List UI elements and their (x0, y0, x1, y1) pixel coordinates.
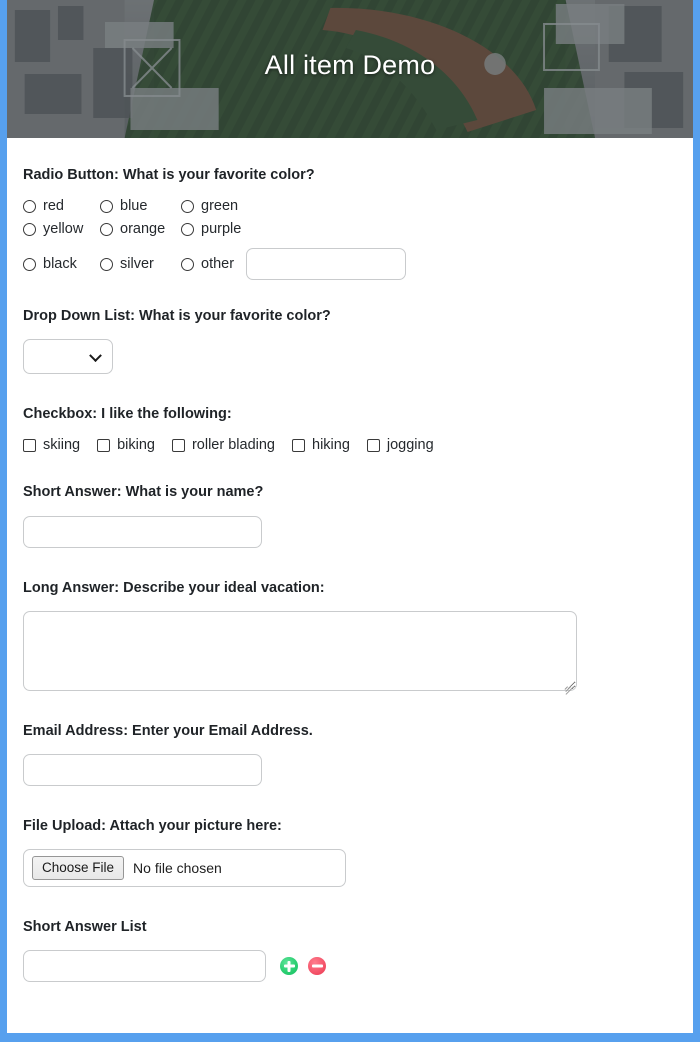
remove-item-icon[interactable] (308, 957, 326, 975)
radio-option-other[interactable]: other (181, 256, 234, 272)
radio-circle-icon[interactable] (100, 199, 113, 213)
long-answer-label: Long Answer: Describe your ideal vacatio… (23, 579, 325, 596)
checkbox-option-roller-blading[interactable]: roller blading (171, 437, 275, 454)
radio-circle-icon[interactable] (23, 199, 36, 213)
radio-option-black[interactable]: black (23, 256, 100, 272)
dropdown-section: Drop Down List: What is your favorite co… (23, 307, 671, 375)
radio-option-green[interactable]: green (181, 198, 238, 214)
radio-row: black silver other (23, 248, 671, 281)
checkbox-option-hiking[interactable]: hiking (292, 437, 350, 453)
radio-option-label: purple (201, 221, 242, 238)
dropdown-section-label: Drop Down List: What is your favorite co… (23, 308, 331, 325)
long-answer-section: Long Answer: Describe your ideal vacatio… (23, 579, 671, 695)
checkbox-square-icon[interactable] (366, 438, 380, 452)
vacation-textarea[interactable] (23, 610, 577, 691)
radio-option-label: red (43, 198, 64, 215)
checkbox-square-icon[interactable] (171, 438, 185, 452)
radio-option-silver[interactable]: silver (100, 256, 181, 272)
checkbox-option-biking[interactable]: biking (97, 437, 155, 453)
checkbox-square-icon[interactable] (97, 438, 111, 452)
form-page: All item Demo Radio Button: What is your… (0, 0, 700, 1042)
radio-option-label: other (201, 256, 235, 273)
vacation-textarea-wrapper (23, 610, 577, 695)
checkbox-option-label: jogging (386, 437, 434, 454)
radio-section-label: Radio Button: What is your favorite colo… (23, 167, 315, 183)
checkbox-option-label: hiking (312, 437, 350, 454)
short-answer-section: Short Answer: What is your name? (23, 483, 671, 548)
radio-option-purple[interactable]: purple (181, 221, 241, 237)
checkbox-options: skiing biking roller blading hiking jogg… (23, 437, 671, 453)
choose-file-button[interactable]: Choose File (32, 856, 125, 880)
checkbox-option-label: roller blading (191, 437, 275, 454)
favorite-color-select[interactable] (23, 339, 113, 375)
checkbox-option-label: biking (117, 437, 155, 454)
radio-option-label: green (201, 198, 239, 215)
radio-option-label: silver (120, 256, 154, 273)
radio-option-label: orange (120, 221, 166, 238)
file-upload-section: File Upload: Attach your picture here: C… (23, 817, 671, 887)
radio-option-label: yellow (43, 221, 84, 238)
checkbox-option-skiing[interactable]: skiing (23, 437, 80, 453)
radio-option-label: black (43, 256, 77, 273)
file-upload-control[interactable]: Choose File No file chosen (23, 848, 346, 887)
radio-option-label: blue (120, 198, 148, 215)
add-item-icon[interactable] (280, 957, 298, 975)
radio-row: red blue green (23, 198, 671, 214)
radio-row: yellow orange purple (23, 221, 671, 237)
radio-option-blue[interactable]: blue (100, 198, 181, 214)
page-title: All item Demo (264, 50, 436, 80)
checkbox-square-icon[interactable] (292, 438, 305, 452)
radio-circle-icon[interactable] (23, 222, 36, 236)
radio-section: Radio Button: What is your favorite colo… (23, 166, 671, 281)
radio-circle-icon[interactable] (181, 222, 194, 236)
short-answer-list-label: Short Answer List (23, 918, 147, 935)
form-body: Radio Button: What is your favorite colo… (7, 138, 693, 992)
checkbox-section: Checkbox: I like the following: skiing b… (23, 405, 671, 453)
radio-option-yellow[interactable]: yellow (23, 221, 100, 237)
file-upload-label: File Upload: Attach your picture here: (23, 817, 282, 834)
radio-circle-icon[interactable] (100, 257, 113, 271)
checkbox-option-jogging[interactable]: jogging (366, 437, 434, 454)
checkbox-section-label: Checkbox: I like the following: (23, 406, 232, 423)
chevron-down-icon (89, 349, 102, 362)
email-field[interactable] (23, 753, 262, 786)
radio-option-red[interactable]: red (23, 198, 100, 214)
radio-options: red blue green yellow orange purple blac… (23, 198, 671, 281)
radio-circle-icon[interactable] (181, 199, 194, 213)
radio-other-input[interactable] (246, 248, 407, 281)
checkbox-option-label: skiing (43, 437, 81, 454)
email-section: Email Address: Enter your Email Address. (23, 722, 671, 786)
checkbox-square-icon[interactable] (23, 438, 36, 452)
short-answer-list-row (23, 950, 671, 982)
file-status-text: No file chosen (133, 859, 222, 876)
radio-circle-icon[interactable] (181, 257, 194, 271)
short-answer-label: Short Answer: What is your name? (23, 484, 264, 501)
radio-circle-icon[interactable] (23, 257, 36, 271)
minus-bar (311, 964, 323, 968)
name-input[interactable] (23, 515, 262, 548)
short-answer-list-input[interactable] (23, 950, 266, 982)
short-answer-list-section: Short Answer List (23, 918, 671, 982)
header-banner: All item Demo (7, 0, 693, 138)
radio-option-orange[interactable]: orange (100, 221, 181, 237)
radio-circle-icon[interactable] (100, 222, 113, 236)
email-label: Email Address: Enter your Email Address. (23, 722, 313, 739)
plus-vertical-bar (287, 960, 291, 972)
